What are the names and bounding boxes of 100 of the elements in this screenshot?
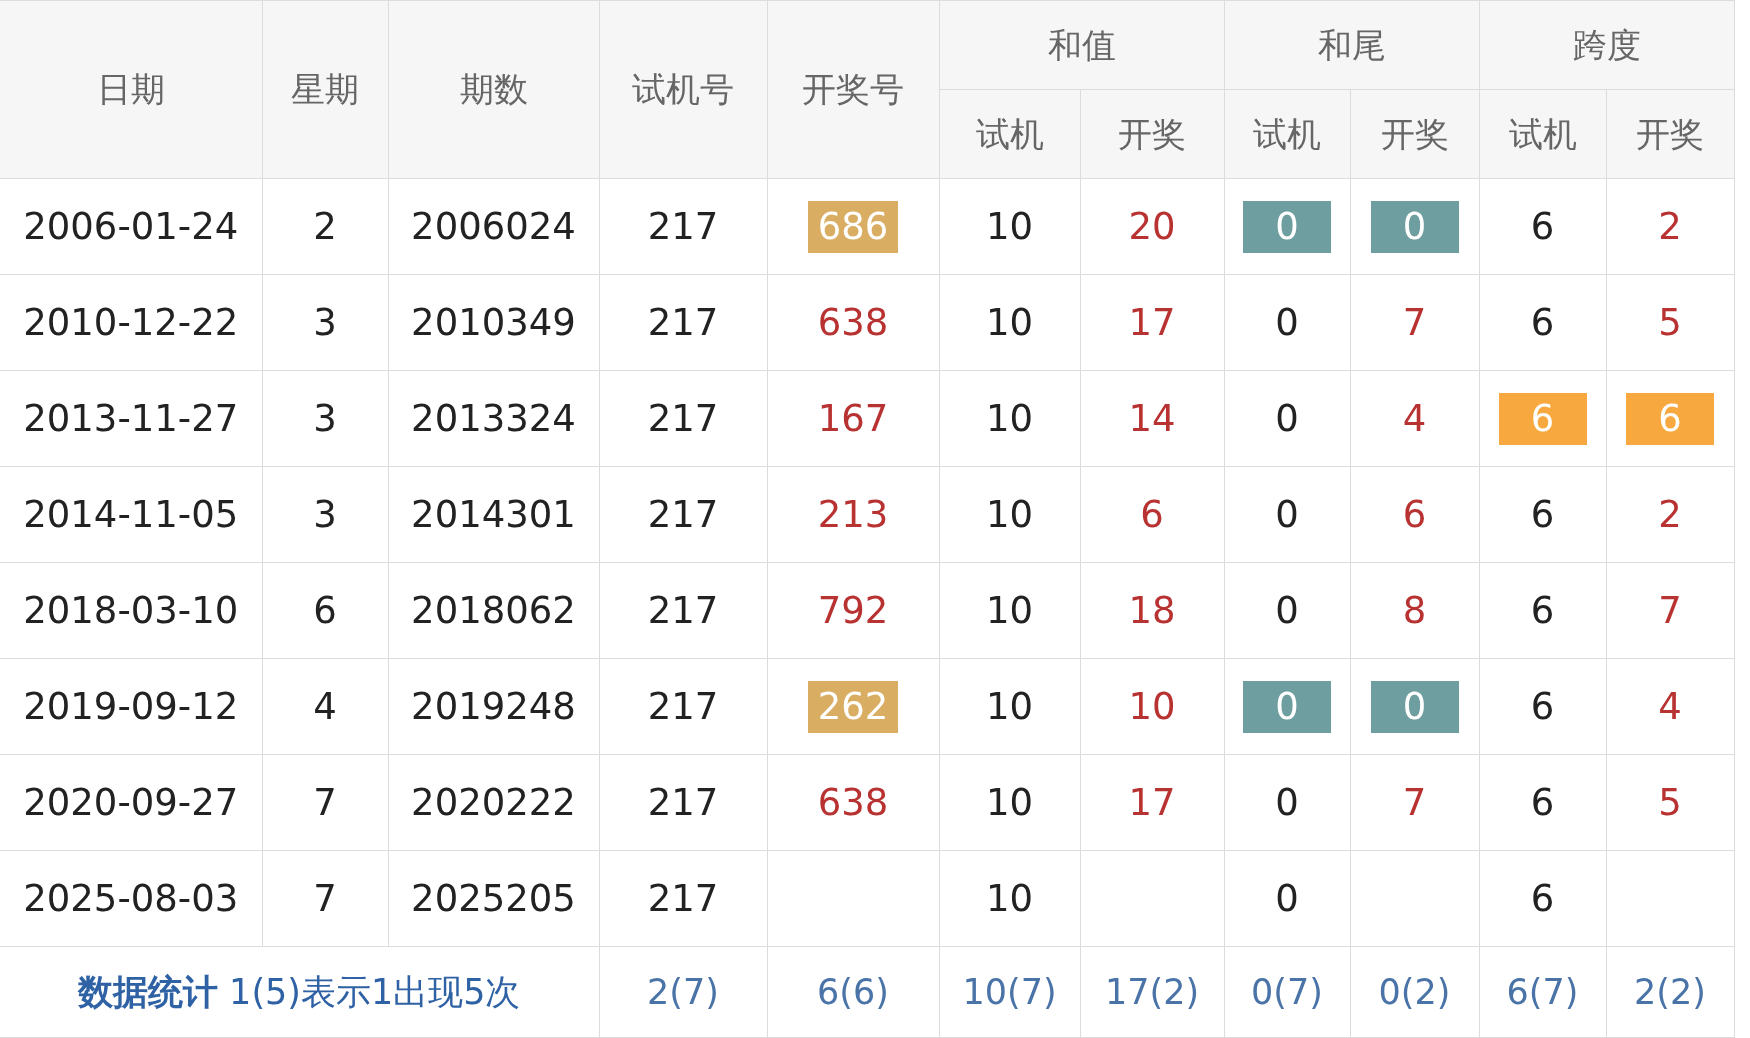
table-cell-text: 217 bbox=[647, 876, 719, 920]
table-cell-text: 6 bbox=[1402, 492, 1427, 536]
table-cell-text: 10 bbox=[985, 588, 1034, 632]
table-cell-text: 7 bbox=[313, 876, 337, 920]
table-cell-text: 6 bbox=[1140, 492, 1164, 536]
table-cell-text: 217 bbox=[647, 780, 719, 824]
table-cell-text: 2013324 bbox=[411, 396, 576, 440]
table-cell-text: 2018062 bbox=[411, 588, 576, 632]
table-cell-text: 2025-08-03 bbox=[23, 876, 239, 920]
table-cell-text: 2013-11-27 bbox=[23, 396, 239, 440]
table-cell-text: 10 bbox=[985, 492, 1034, 536]
table-cell-text: 17 bbox=[1128, 300, 1176, 344]
highlighted-number: 0 bbox=[1370, 200, 1459, 253]
column-header: 开奖 bbox=[1350, 89, 1479, 179]
table-cell-text: 6 bbox=[1530, 300, 1555, 344]
column-header: 试机 bbox=[939, 89, 1080, 179]
column-header: 期数 bbox=[388, 0, 599, 179]
column-group-header: 和值 bbox=[939, 0, 1224, 90]
column-header: 试机 bbox=[1224, 89, 1350, 179]
table-cell-text: 10 bbox=[985, 204, 1034, 248]
column-header: 试机号 bbox=[599, 0, 767, 179]
table-cell-text: 2018-03-10 bbox=[23, 588, 239, 632]
table-cell-text: 638 bbox=[817, 300, 889, 344]
table-cell-text: 6 bbox=[1530, 588, 1555, 632]
table-cell-text: 20 bbox=[1128, 204, 1176, 248]
table-cell-text: 217 bbox=[647, 492, 719, 536]
table-cell-text: 7 bbox=[313, 780, 337, 824]
table-cell-text: 217 bbox=[647, 588, 719, 632]
table-cell-text: 2010-12-22 bbox=[23, 300, 239, 344]
table-cell-text: 217 bbox=[647, 684, 719, 728]
statistic-value: 17(2) bbox=[1104, 971, 1200, 1012]
column-group-header: 和尾 bbox=[1224, 0, 1479, 90]
table-cell-text: 2020222 bbox=[411, 780, 576, 824]
table-cell-text: 217 bbox=[647, 396, 719, 440]
table-cell-text: 10 bbox=[985, 876, 1034, 920]
table-cell-text: 7 bbox=[1658, 588, 1682, 632]
column-header: 试机 bbox=[1479, 89, 1606, 179]
table-cell-text: 6 bbox=[1530, 204, 1555, 248]
table-cell-text: 2 bbox=[313, 204, 337, 248]
statistics-note: 数据统计 1(5)表示1出现5次 bbox=[78, 971, 521, 1012]
table-cell-text: 2014301 bbox=[411, 492, 576, 536]
table-cell-text: 2010349 bbox=[411, 300, 576, 344]
table-cell-text: 792 bbox=[817, 588, 889, 632]
table-cell-text: 0 bbox=[1275, 588, 1299, 632]
table-cell-text: 2 bbox=[1658, 492, 1682, 536]
table-cell-text: 17 bbox=[1128, 780, 1176, 824]
table-cell-text: 0 bbox=[1275, 396, 1299, 440]
table-cell-text: 6 bbox=[1530, 780, 1555, 824]
table-cell-text: 2019-09-12 bbox=[23, 684, 239, 728]
table-cell-text: 0 bbox=[1275, 780, 1299, 824]
table-cell-text: 4 bbox=[313, 684, 337, 728]
table-cell-text: 2019248 bbox=[411, 684, 576, 728]
highlighted-number: 262 bbox=[807, 680, 899, 733]
statistic-value: 2(2) bbox=[1634, 971, 1706, 1012]
table-cell-text: 213 bbox=[817, 492, 889, 536]
statistic-value: 6(7) bbox=[1506, 971, 1579, 1012]
table-cell-text: 0 bbox=[1275, 492, 1299, 536]
table-cell-text: 2006024 bbox=[411, 204, 576, 248]
table-cell-text: 0 bbox=[1275, 300, 1299, 344]
table-cell-text: 217 bbox=[647, 300, 719, 344]
table-cell-text: 2020-09-27 bbox=[23, 780, 239, 824]
table-cell-text: 6 bbox=[313, 588, 337, 632]
table-cell-text: 10 bbox=[985, 300, 1034, 344]
table-cell-text: 6 bbox=[1530, 684, 1555, 728]
column-header: 星期 bbox=[262, 0, 388, 179]
table-cell-text: 10 bbox=[1128, 684, 1176, 728]
statistic-value: 10(7) bbox=[962, 971, 1057, 1012]
table-cell-text: 2014-11-05 bbox=[23, 492, 239, 536]
statistic-value: 0(7) bbox=[1251, 971, 1323, 1012]
column-header: 开奖 bbox=[1080, 89, 1224, 179]
table-cell-text: 2006-01-24 bbox=[23, 204, 239, 248]
table-cell-text: 638 bbox=[817, 780, 889, 824]
table-cell-text: 167 bbox=[817, 396, 889, 440]
table-cell-text: 18 bbox=[1128, 588, 1176, 632]
column-header: 开奖 bbox=[1606, 89, 1734, 179]
column-group-header: 跨度 bbox=[1479, 0, 1734, 90]
table-cell-text: 14 bbox=[1128, 396, 1176, 440]
table-cell-text: 0 bbox=[1275, 876, 1299, 920]
table-cell-text: 7 bbox=[1402, 300, 1427, 344]
highlighted-number: 0 bbox=[1243, 680, 1331, 733]
table-cell-text: 217 bbox=[647, 204, 719, 248]
column-header: 开奖号 bbox=[767, 0, 939, 179]
table-cell-text: 3 bbox=[313, 396, 337, 440]
table-cell-text: 10 bbox=[985, 396, 1034, 440]
table-cell-text: 8 bbox=[1402, 588, 1427, 632]
table-cell-text: 2025205 bbox=[411, 876, 576, 920]
highlighted-number: 6 bbox=[1626, 392, 1714, 445]
highlighted-number: 6 bbox=[1498, 392, 1587, 445]
table-cell-text: 7 bbox=[1402, 780, 1427, 824]
column-header: 日期 bbox=[0, 0, 262, 179]
table-cell-text: 4 bbox=[1402, 396, 1427, 440]
table-cell-text: 3 bbox=[313, 300, 337, 344]
highlighted-number: 0 bbox=[1370, 680, 1459, 733]
statistic-value: 2(7) bbox=[647, 971, 719, 1012]
statistic-value: 6(6) bbox=[817, 971, 889, 1012]
table-cell-text: 5 bbox=[1658, 780, 1682, 824]
table-cell-text: 10 bbox=[985, 684, 1034, 728]
table-cell-text: 6 bbox=[1530, 876, 1555, 920]
table-cell-text: 4 bbox=[1658, 684, 1682, 728]
table-cell-text: 2 bbox=[1658, 204, 1682, 248]
